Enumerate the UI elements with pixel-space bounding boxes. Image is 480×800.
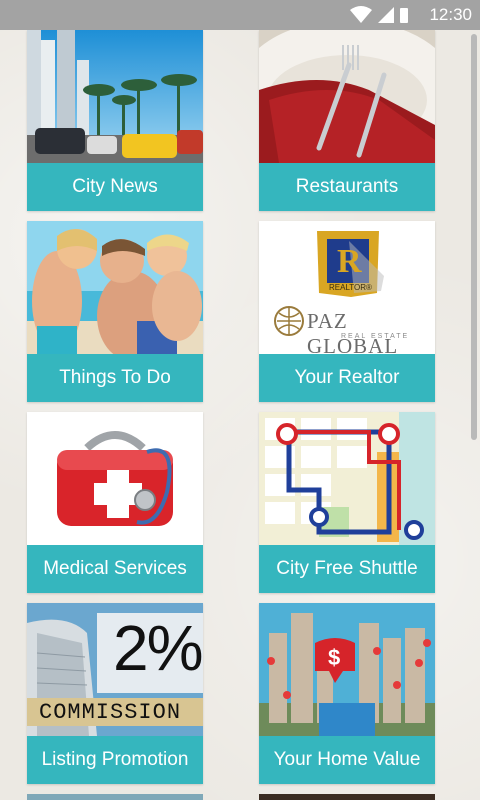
things-to-do-image [27, 221, 203, 354]
shuttle-map-image [259, 412, 435, 545]
tile-restaurants[interactable]: Restaurants [259, 30, 435, 211]
tile-label: Your Realtor [259, 354, 435, 402]
status-bar: 12:30 [0, 0, 480, 30]
tile-city-news[interactable]: City News [27, 30, 203, 211]
tile-label: Restaurants [259, 163, 435, 211]
tile-things-to-do[interactable]: Things To Do [27, 221, 203, 402]
battery-icon [400, 8, 408, 23]
tile-label: Listing Promotion [27, 736, 203, 784]
home-value-image: $ [259, 603, 435, 736]
company-name: PAZ GLOBAL [307, 309, 399, 354]
tile-listing-promotion[interactable]: 2% COMMISSION Listing Promotion [27, 603, 203, 784]
tile-partial-left[interactable] [27, 794, 203, 800]
tile-your-realtor[interactable]: R REALTOR® PAZ GLOBAL REAL ESTATE Your R… [259, 221, 435, 402]
promo-percent: 2% [113, 612, 203, 684]
tile-label: Medical Services [27, 545, 203, 593]
medical-kit-image [27, 412, 203, 545]
signal-icon [378, 7, 394, 23]
tile-label: Things To Do [27, 354, 203, 402]
tile-city-free-shuttle[interactable]: City Free Shuttle [259, 412, 435, 593]
tile-your-home-value[interactable]: $ Your Home Value [259, 603, 435, 784]
scrollbar[interactable] [471, 34, 477, 440]
svg-text:$: $ [328, 645, 340, 670]
promotion-image: 2% COMMISSION [27, 603, 203, 736]
city-news-image [27, 30, 203, 163]
tile-label: Your Home Value [259, 736, 435, 784]
promo-word: COMMISSION [39, 700, 182, 725]
wifi-icon [350, 6, 372, 23]
company-sub: REAL ESTATE [341, 333, 410, 340]
tile-label: City Free Shuttle [259, 545, 435, 593]
restaurants-image [259, 30, 435, 163]
realtor-badge-text: REALTOR® [329, 283, 372, 292]
realtor-badge-letter: R [337, 243, 362, 280]
tile-partial-right[interactable] [259, 794, 435, 800]
clock: 12:30 [429, 5, 472, 24]
tile-label: City News [27, 163, 203, 211]
realtor-logo: R REALTOR® PAZ GLOBAL REAL ESTATE [259, 221, 435, 354]
status-icons [350, 6, 408, 23]
tile-medical-services[interactable]: Medical Services [27, 412, 203, 593]
